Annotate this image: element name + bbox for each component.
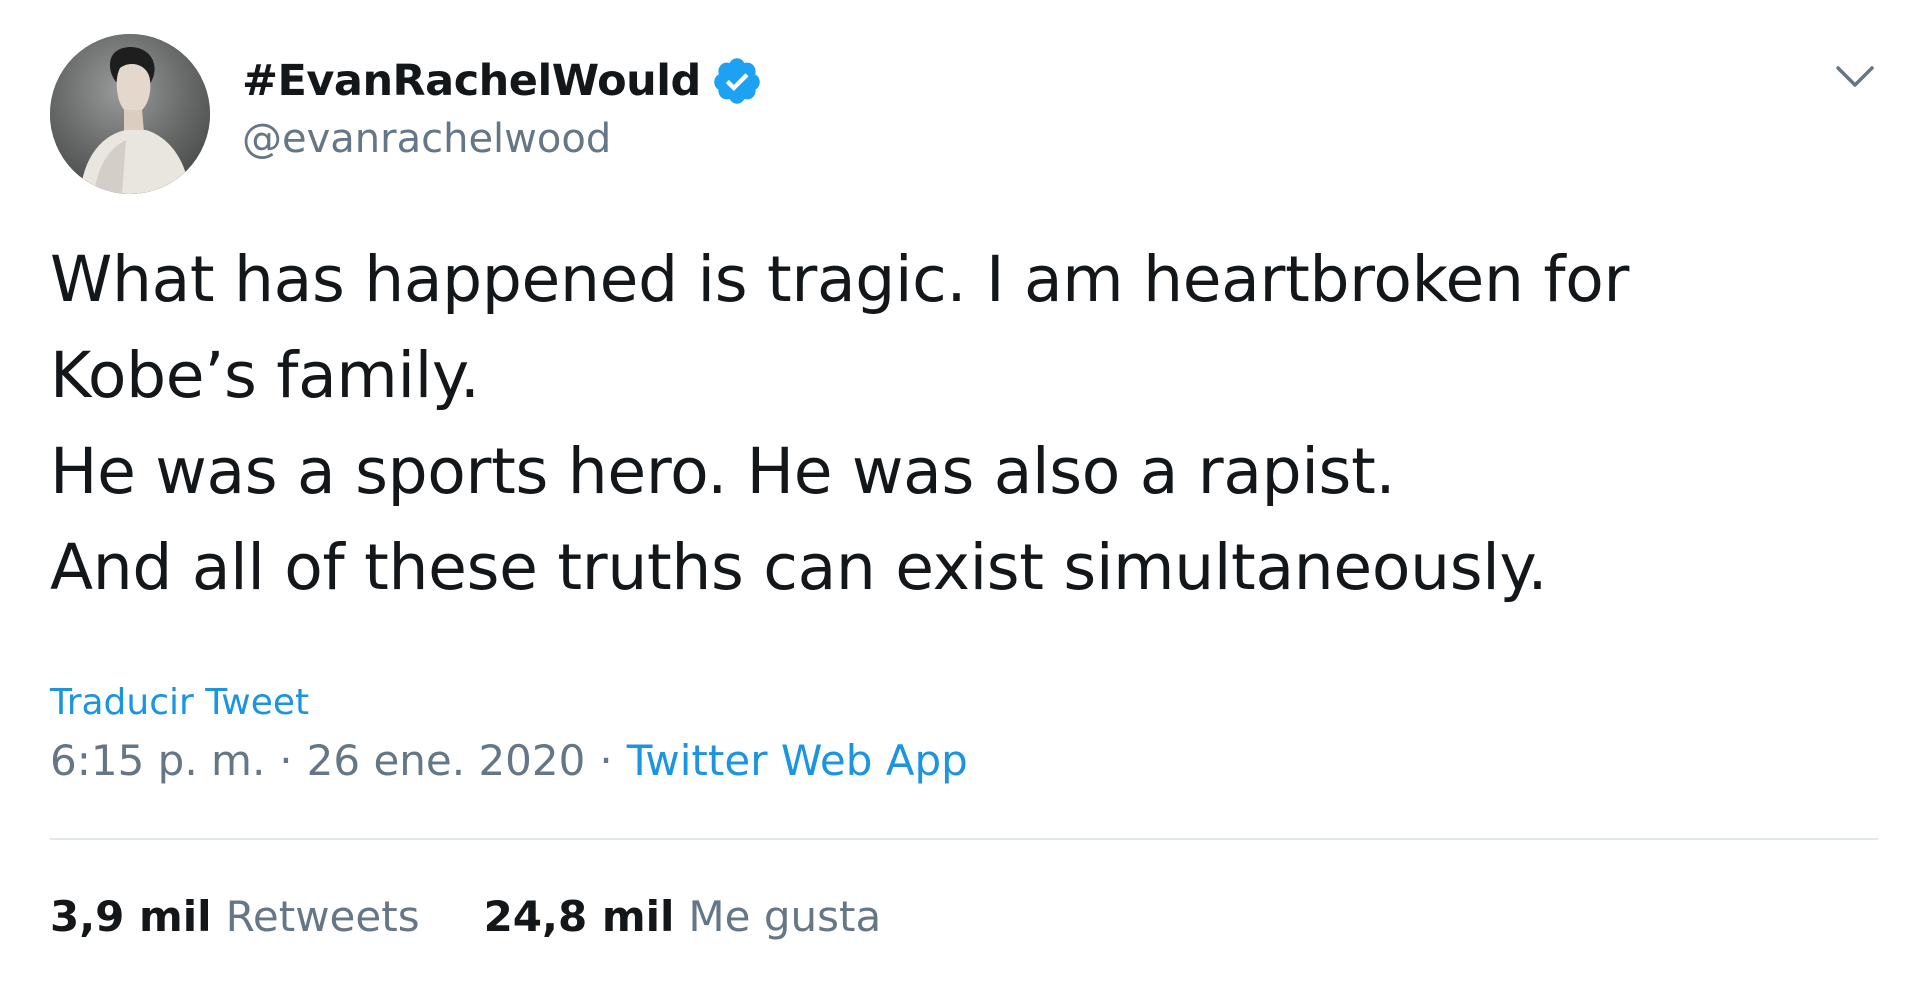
- metadata-separator: ·: [279, 736, 293, 785]
- tweet-text-line: And all of these truths can exist simult…: [50, 531, 1548, 604]
- tweet-text: What has happened is tragic. I am heartb…: [50, 232, 1850, 616]
- divider: [50, 838, 1878, 840]
- metadata-separator: ·: [599, 736, 613, 785]
- tweet-time[interactable]: 6:15 p. m.: [50, 736, 265, 785]
- avatar[interactable]: [50, 34, 210, 194]
- chevron-down-icon[interactable]: [1830, 58, 1880, 94]
- tweet-date[interactable]: 26 ene. 2020: [307, 736, 586, 785]
- tweet-card: #EvanRachelWould @evanrachelwood What ha…: [0, 0, 1920, 996]
- likes-stat[interactable]: 24,8 mil Me gusta: [484, 892, 882, 941]
- retweets-stat[interactable]: 3,9 mil Retweets: [50, 892, 420, 941]
- author-name-row: #EvanRachelWould: [242, 52, 763, 110]
- author-handle[interactable]: @evanrachelwood: [242, 116, 611, 162]
- avatar-photo-icon: [50, 34, 210, 194]
- tweet-stats: 3,9 mil Retweets 24,8 mil Me gusta: [50, 892, 881, 941]
- tweet-text-line: What has happened is tragic. I am heartb…: [50, 243, 1630, 316]
- tweet-source-link[interactable]: Twitter Web App: [627, 736, 968, 785]
- likes-count: 24,8 mil: [483, 892, 675, 941]
- tweet-text-line: Kobe’s family.: [50, 339, 480, 412]
- translate-tweet-link[interactable]: Traducir Tweet: [50, 682, 309, 723]
- likes-label: Me gusta: [688, 892, 882, 941]
- retweets-label: Retweets: [225, 892, 420, 941]
- display-name[interactable]: #EvanRachelWould: [242, 56, 701, 106]
- tweet-metadata: 6:15 p. m. · 26 ene. 2020 · Twitter Web …: [50, 736, 968, 785]
- verified-badge-icon: [711, 55, 763, 107]
- tweet-text-line: He was a sports hero. He was also a rapi…: [50, 435, 1396, 508]
- retweets-count: 3,9 mil: [50, 892, 212, 941]
